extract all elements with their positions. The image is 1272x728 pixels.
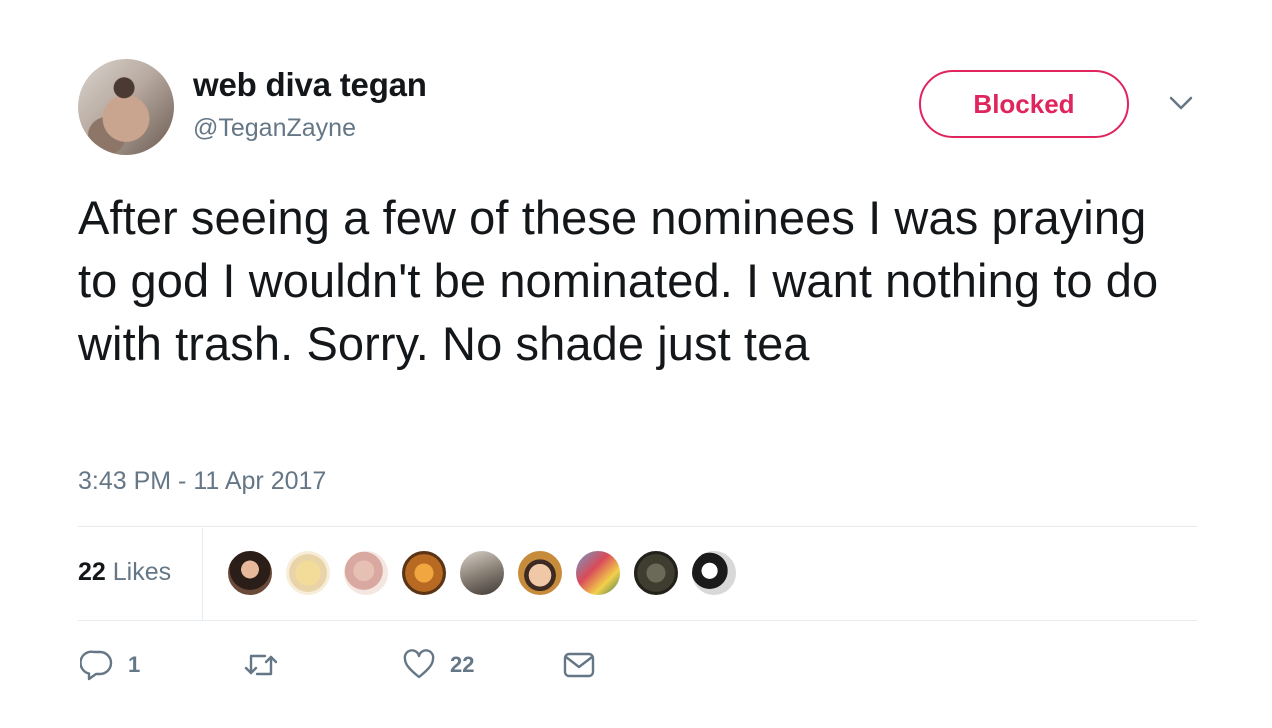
tweet-timestamp[interactable]: 3:43 PM - 11 Apr 2017 <box>78 467 326 496</box>
liker-avatar[interactable] <box>458 549 506 597</box>
retweet-action[interactable] <box>243 648 293 682</box>
liker-avatar[interactable] <box>632 549 680 597</box>
tweet-text: After seeing a few of these nominees I w… <box>78 191 1159 370</box>
display-name[interactable]: web diva tegan <box>193 66 427 104</box>
chevron-down-icon[interactable] <box>1168 94 1194 112</box>
liker-avatar[interactable] <box>342 549 390 597</box>
blocked-button[interactable]: Blocked <box>919 70 1129 138</box>
likes-stat[interactable]: 22 Likes <box>78 558 171 587</box>
heart-icon[interactable] <box>402 648 436 682</box>
envelope-icon[interactable] <box>562 648 596 682</box>
liker-avatar[interactable] <box>690 549 738 597</box>
liker-avatar[interactable] <box>284 549 332 597</box>
retweet-icon[interactable] <box>243 648 279 682</box>
divider <box>78 620 1197 621</box>
likes-label: Likes <box>112 558 172 586</box>
liker-avatar[interactable] <box>226 549 274 597</box>
reply-action[interactable]: 1 <box>80 648 140 682</box>
divider-vertical <box>202 528 203 620</box>
reply-icon[interactable] <box>80 648 114 682</box>
likes-count: 22 <box>78 558 106 586</box>
like-count: 22 <box>450 652 475 677</box>
reply-count: 1 <box>128 652 141 677</box>
like-action[interactable]: 22 <box>402 648 474 682</box>
liker-avatar[interactable] <box>574 549 622 597</box>
liker-avatar[interactable] <box>400 549 448 597</box>
divider <box>78 526 1197 527</box>
author-avatar[interactable] <box>78 59 174 155</box>
liker-avatar[interactable] <box>516 549 564 597</box>
user-handle[interactable]: @TeganZayne <box>193 114 356 143</box>
direct-message-action[interactable] <box>562 648 596 682</box>
